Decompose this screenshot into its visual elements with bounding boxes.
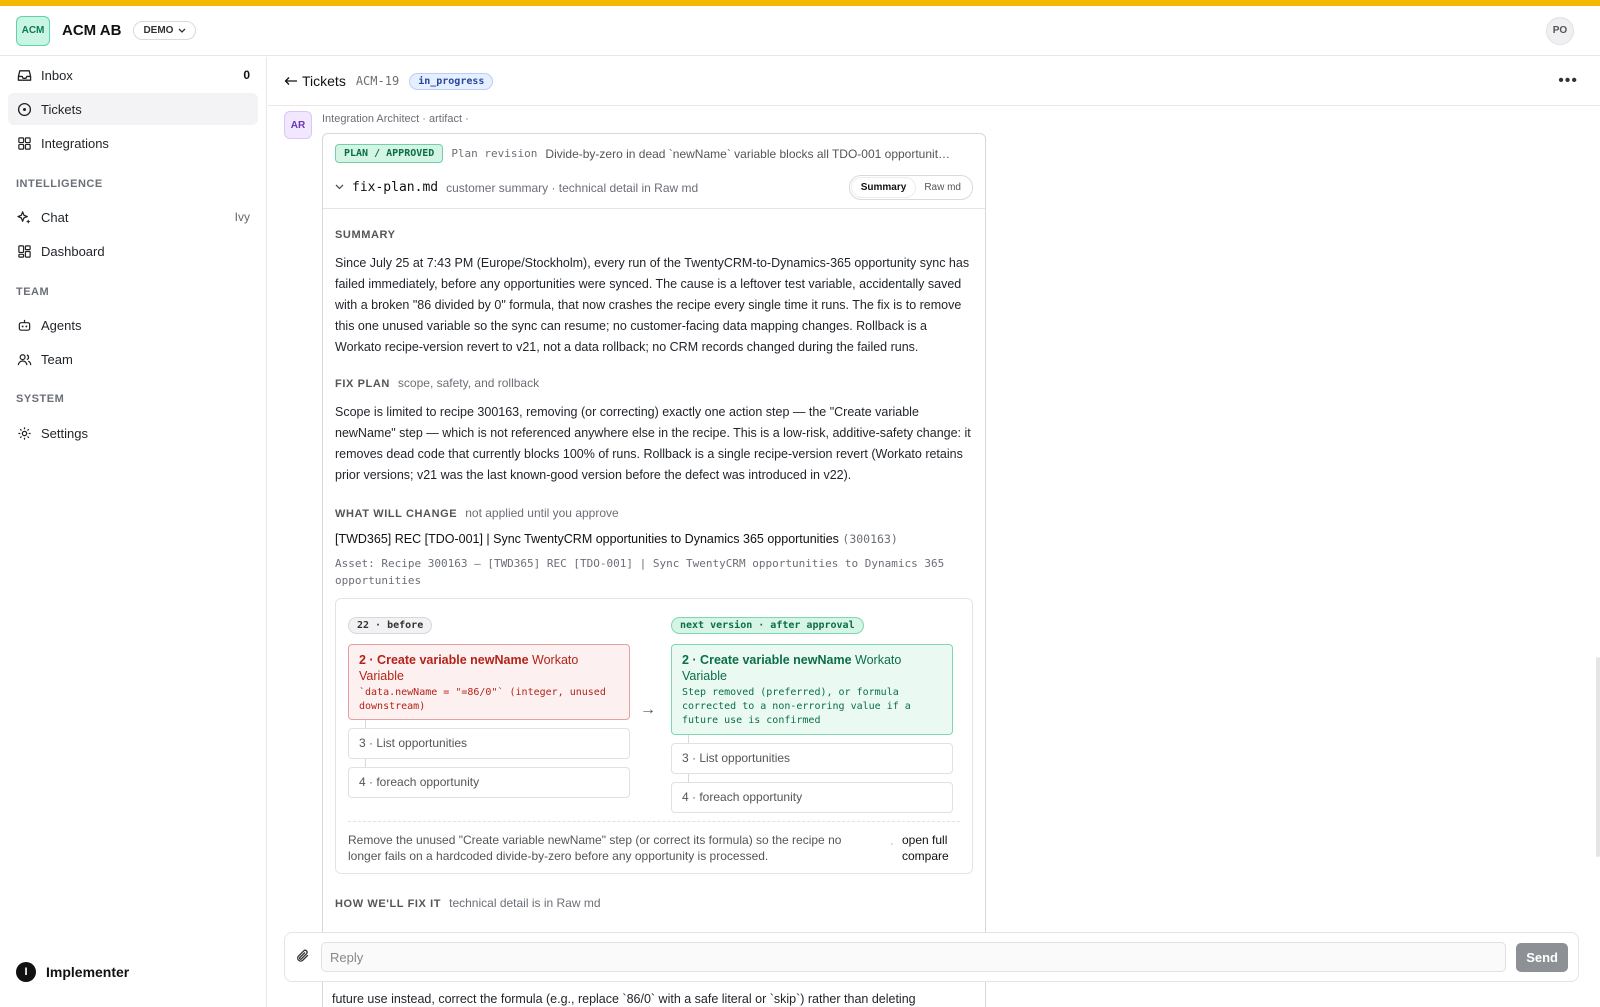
plan-status-badge: PLAN / APPROVED	[335, 144, 444, 163]
sidebar-item-label: Integrations	[41, 135, 109, 151]
diff-footer: Remove the unused "Create variable newNa…	[348, 821, 960, 864]
reply-input[interactable]	[321, 942, 1507, 972]
arrow-right-icon: →	[640, 701, 656, 718]
section-system: SYSTEM	[16, 393, 65, 405]
sidebar-item-label: Inbox	[41, 67, 73, 83]
ticket-icon	[16, 101, 32, 117]
section-team: TEAM	[16, 286, 50, 298]
artifact-header: PLAN / APPROVED Plan revision Divide-by-…	[323, 134, 985, 209]
fix-plan-subtitle: scope, safety, and rollback	[397, 376, 540, 390]
after-version-pill: next version · after approval	[671, 617, 864, 634]
how-we-fix-heading: HOW WE'LL FIX IT technical detail is in …	[335, 896, 601, 910]
author-avatar: AR	[284, 111, 312, 139]
message-meta: Integration Architect · artifact ·	[322, 113, 469, 125]
before-version-pill: 22 · before	[348, 617, 433, 634]
change-description: Remove the unused "Create variable newNa…	[348, 833, 842, 863]
artifact-filename[interactable]: fix-plan.md	[352, 180, 438, 195]
recipe-title: [TWD365] REC [TDO-001] | Sync TwentyCRM …	[335, 532, 898, 546]
after-step-foreach[interactable]: 4 · foreach opportunity	[671, 782, 953, 813]
status-badge: in_progress	[409, 72, 494, 90]
tab-summary[interactable]: Summary	[851, 178, 916, 197]
before-step-detail: `data.newName = "=86/0"` (integer, unuse…	[359, 687, 606, 712]
recipe-id: (300163)	[842, 532, 898, 546]
more-options-icon[interactable]: •••	[1558, 72, 1578, 90]
sidebar-item-team[interactable]: Team	[8, 343, 258, 375]
sidebar-item-dashboard[interactable]: Dashboard	[8, 235, 258, 267]
sidebar-item-settings[interactable]: Settings	[8, 417, 258, 449]
ticket-id: ACM-19	[355, 74, 400, 88]
fix-plan-heading: FIX PLAN scope, safety, and rollback	[335, 376, 540, 390]
inbox-count: 0	[243, 68, 250, 82]
sidebar-item-inbox[interactable]: Inbox 0	[8, 59, 258, 91]
user-avatar[interactable]: PO	[1546, 16, 1574, 45]
env-switcher[interactable]: DEMO	[133, 21, 197, 40]
back-label: Tickets	[302, 73, 346, 89]
sparkle-icon	[16, 209, 32, 225]
sidebar-item-integrations[interactable]: Integrations	[8, 127, 258, 159]
artifact-body: SUMMARY Since July 25 at 7:43 PM (Europe…	[323, 209, 985, 1007]
fix-plan-text: Scope is limited to recipe 300163, remov…	[335, 405, 971, 482]
tab-raw-md[interactable]: Raw md	[915, 178, 970, 197]
paperclip-icon[interactable]	[295, 948, 311, 967]
diff-compare: 22 · before next version · after approva…	[335, 598, 973, 874]
sidebar-item-label: Agents	[41, 317, 82, 333]
before-step-create-variable[interactable]: 2 · Create variable newName Workato Vari…	[348, 644, 630, 720]
after-step-list-opportunities[interactable]: 3 · List opportunities	[671, 743, 953, 774]
asset-line: Asset: Recipe 300163 — [TWD365] REC [TDO…	[335, 557, 945, 587]
org-logo[interactable]: ACM	[16, 15, 50, 46]
sidebar-item-label: Settings	[41, 425, 88, 441]
plan-revision-label: Plan revision	[451, 147, 538, 160]
users-icon	[16, 351, 32, 367]
summary-heading: SUMMARY	[335, 229, 396, 241]
section-intelligence: INTELLIGENCE	[16, 178, 103, 190]
partially-hidden-text: future use instead, correct the formula …	[332, 992, 916, 1006]
after-step-detail: Step removed (preferred), or formula cor…	[682, 687, 911, 726]
reply-composer: Send	[284, 932, 1579, 982]
after-step-create-variable[interactable]: 2 · Create variable newName Workato Vari…	[671, 644, 953, 735]
what-will-change-subtitle: not applied until you approve	[465, 506, 619, 520]
artifact-description: customer summary · technical detail in R…	[446, 180, 699, 195]
sidebar-item-agents[interactable]: Agents	[8, 309, 258, 341]
summary-text: Since July 25 at 7:43 PM (Europe/Stockho…	[335, 256, 970, 354]
ticket-header: Tickets ACM-19 in_progress •••	[268, 57, 1600, 106]
env-label: DEMO	[143, 25, 174, 36]
what-will-change-heading: WHAT WILL CHANGE not applied until you a…	[335, 506, 619, 520]
footer-brand[interactable]: I Implementer	[16, 962, 129, 982]
sidebar: Inbox 0 Tickets Integrations INTELLIGENC…	[0, 57, 267, 1007]
chat-agent-name: Ivy	[234, 210, 250, 224]
before-step-foreach[interactable]: 4 · foreach opportunity	[348, 767, 630, 798]
sidebar-item-label: Tickets	[41, 101, 82, 117]
sidebar-item-label: Team	[41, 351, 73, 367]
org-name[interactable]: ACM AB	[62, 22, 121, 39]
before-step-list-opportunities[interactable]: 3 · List opportunities	[348, 728, 630, 759]
open-full-compare-link[interactable]: open full compare	[902, 832, 960, 864]
send-button[interactable]: Send	[1516, 942, 1568, 972]
chevron-down-icon	[178, 28, 186, 33]
app-header: ACM ACM AB DEMO PO	[0, 6, 1600, 56]
brand-name: Implementer	[46, 964, 130, 980]
separator-dot: ·	[890, 838, 894, 850]
sidebar-item-tickets[interactable]: Tickets	[8, 93, 258, 125]
robot-icon	[16, 317, 32, 333]
sidebar-item-chat[interactable]: Chat Ivy	[8, 201, 258, 233]
sidebar-item-label: Chat	[41, 209, 69, 225]
grid-icon	[16, 135, 32, 151]
gear-icon	[16, 425, 32, 441]
sidebar-item-label: Dashboard	[41, 243, 105, 259]
view-toggle: Summary Raw md	[848, 175, 973, 200]
inbox-icon	[16, 67, 32, 83]
brand-icon: I	[16, 962, 36, 982]
main-content: Tickets ACM-19 in_progress ••• AR Integr…	[268, 57, 1600, 1007]
dashboard-icon	[16, 243, 32, 259]
arrow-left-icon	[284, 77, 297, 85]
artifact-card: PLAN / APPROVED Plan revision Divide-by-…	[322, 133, 986, 1007]
plan-title: Divide-by-zero in dead `newName` variabl…	[545, 146, 951, 161]
collapse-chevron-icon[interactable]	[335, 182, 344, 193]
how-we-fix-subtitle: technical detail is in Raw md	[449, 896, 601, 910]
back-to-tickets-link[interactable]: Tickets	[284, 73, 346, 89]
scrollbar[interactable]	[1596, 657, 1600, 857]
